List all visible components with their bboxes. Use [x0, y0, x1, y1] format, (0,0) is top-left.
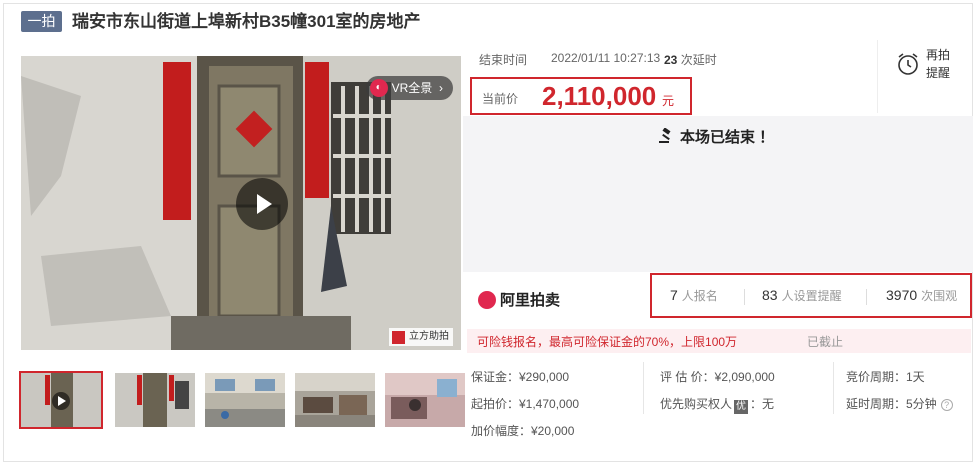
auction-ended-message: 本场已结束 ！ [658, 126, 774, 147]
platform-name: 阿里拍卖 [500, 292, 561, 309]
delay-count-number: 23 [664, 53, 678, 67]
deposit-loan-notice: 可险钱报名，最高可险保证金的70%，上限100万 已截止 [467, 329, 971, 353]
page-title: 瑞安市东山街道上埠新村B35幢301室的房地产 [72, 12, 421, 31]
appraisal-info: 评 估 价：¥2,090,000 [660, 370, 775, 384]
delay-count: 23 次延时 [664, 51, 717, 68]
chevron-right-icon: › [435, 81, 443, 95]
priority-buyer-value: ：无 [750, 397, 775, 411]
auction-round-badge: 一拍 [21, 11, 62, 32]
priority-tag-icon: 优 [734, 400, 749, 414]
current-price-value: 2,110,000 [542, 81, 657, 111]
stat-reminders: 83 人设置提醒 [762, 287, 842, 304]
alarm-clock-icon [898, 53, 918, 75]
divider [833, 362, 834, 414]
stat-registered: 7 人报名 [670, 287, 718, 304]
delay-cycle-info: 延时周期：5分钟? [846, 395, 953, 412]
current-price-unit: 元 [662, 94, 675, 108]
thumbnail-room-image [385, 373, 465, 427]
thumbnail[interactable] [385, 373, 465, 427]
delay-cycle-text: 延时周期：5分钟 [846, 397, 937, 411]
current-price-label: 当前价 [482, 92, 519, 106]
thumbnail-room-image [295, 373, 375, 427]
priority-buyer-info: 优先购买权人优：无 [660, 395, 774, 414]
divider [866, 289, 867, 305]
watermark-logo-icon [392, 331, 405, 344]
end-time-label: 结束时间 [479, 53, 528, 67]
stat-value: 83 [762, 287, 778, 303]
thumbnail[interactable] [115, 373, 195, 427]
notice-status: 已截止 [807, 335, 844, 349]
delay-count-label: 次延时 [680, 53, 717, 67]
stat-value: 7 [670, 287, 678, 303]
notice-text[interactable]: 可险钱报名，最高可险保证金的70%，上限100万 [477, 333, 737, 350]
stat-unit: 次围观 [921, 289, 958, 303]
help-icon[interactable]: ? [940, 399, 953, 411]
gavel-icon [659, 128, 671, 143]
priority-buyer-label: 优先购买权人 [660, 397, 733, 411]
thumbnail-room-image [205, 373, 285, 427]
play-video-button[interactable] [236, 178, 288, 230]
stat-unit: 人设置提醒 [781, 289, 842, 303]
deposit-info: 保证金：¥290,000 [471, 370, 570, 384]
stat-unit: 人报名 [681, 289, 718, 303]
stat-value: 3970 [886, 287, 918, 303]
remind-label: 再拍提醒 [926, 48, 951, 80]
thumbnail-door-image [115, 373, 195, 427]
ali-auction-logo-icon [478, 291, 496, 309]
increment-info: 加价幅度：¥20,000 [471, 424, 575, 438]
watermark: 立方助拍 [389, 328, 453, 346]
current-price-box: 当前价 2,110,000 元 [470, 77, 692, 115]
thumbnail[interactable] [205, 373, 285, 427]
auction-status-text: 本场已结束 ！ [680, 129, 775, 146]
main-photo[interactable]: ◐ VR全景 › 立方助拍 [21, 56, 461, 350]
end-time-value: 2022/01/11 10:27:13 [551, 51, 661, 65]
auction-stats: 7 人报名 83 人设置提醒 3970 次围观 [650, 273, 972, 318]
vr-tour-label: VR全景 [391, 81, 433, 95]
start-price-info: 起拍价：¥1,470,000 [471, 397, 580, 411]
vr-icon: ◐ [369, 79, 388, 97]
bid-cycle-info: 竞价周期：1天 [846, 370, 925, 384]
remind-button[interactable]: 再拍提醒 [877, 40, 973, 113]
watermark-text: 立方助拍 [409, 331, 449, 342]
vr-tour-button[interactable]: ◐ VR全景 › [365, 76, 453, 100]
thumbnail[interactable] [295, 373, 375, 427]
divider [744, 289, 745, 305]
divider [643, 362, 644, 414]
stat-views: 3970 次围观 [886, 287, 957, 304]
thumbnail-video-image [21, 373, 101, 427]
auction-status-panel: 本场已结束 ！ [463, 116, 973, 272]
thumbnail[interactable] [19, 371, 103, 429]
thumbnail-strip [19, 371, 465, 429]
